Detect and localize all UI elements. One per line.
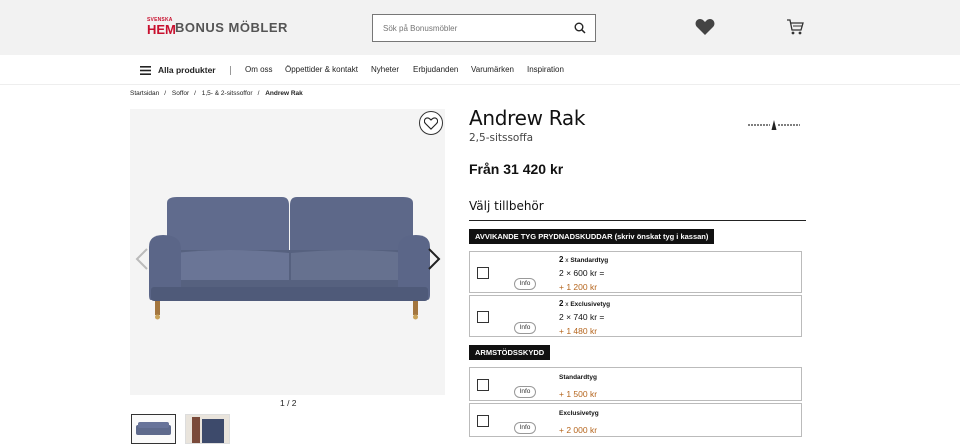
option-armrest-exclusive: Info Exclusivetyg + 2 000 kr <box>469 403 802 437</box>
menu-icon[interactable] <box>140 66 151 75</box>
option-calc: 2 × 600 kr = <box>559 268 605 278</box>
cart-icon[interactable] <box>786 18 804 36</box>
info-button[interactable]: Info <box>514 278 536 290</box>
option-fabric: Exclusivetyg <box>559 410 599 417</box>
add-to-favorites-button[interactable] <box>419 111 443 135</box>
product-price: Från 31 420 kr <box>469 161 564 177</box>
product-title: Andrew Rak <box>469 106 586 130</box>
info-button[interactable]: Info <box>514 322 536 334</box>
option-cushion-exclusive: Info 2 x Exclusivetyg 2 × 740 kr = + 1 4… <box>469 295 802 337</box>
breadcrumb-soffor[interactable]: Soffor <box>172 90 189 97</box>
option-checkbox[interactable] <box>477 415 489 427</box>
top-header: SVENSKA HEM BONUS MÖBLER <box>0 0 960 55</box>
previous-image-arrow-icon[interactable] <box>135 248 149 270</box>
nav-all-products[interactable]: Alla produkter <box>158 65 216 75</box>
times-sign: x <box>565 257 569 264</box>
option-price: + 1 500 kr <box>559 389 598 399</box>
option-fabric: Exclusivetyg <box>570 301 611 308</box>
thumbnail-room-image <box>186 415 229 443</box>
option-quantity-line: 2 x Exclusivetyg <box>559 299 610 308</box>
section-label-armrest: ARMSTÖDSSKYDD <box>469 345 551 360</box>
option-armrest-standard: Info Standardtyg + 1 500 kr <box>469 367 802 401</box>
accessories-title: Välj tillbehör <box>469 199 544 213</box>
nav-item-nyheter[interactable]: Nyheter <box>371 65 399 74</box>
thumbnail-sofa-image <box>136 422 171 435</box>
search-icon[interactable] <box>574 22 586 34</box>
info-button[interactable]: Info <box>514 386 536 398</box>
accessories-divider <box>469 220 806 221</box>
option-cushion-standard: Info 2 x Standardtyg 2 × 600 kr = + 1 20… <box>469 251 802 293</box>
logo[interactable]: SVENSKA HEM BONUS MÖBLER <box>147 17 288 37</box>
section-label-cushions: AVVIKANDE TYG PRYDNADSKUDDAR (skriv önsk… <box>469 229 715 244</box>
breadcrumb-startsidan[interactable]: Startsidan <box>130 90 159 97</box>
breadcrumb-current: Andrew Rak <box>265 90 303 97</box>
info-button[interactable]: Info <box>514 422 536 434</box>
nav-item-oppettider[interactable]: Öppettider & kontakt <box>285 65 358 74</box>
favorites-heart-icon[interactable] <box>695 18 715 36</box>
image-pager: 1 / 2 <box>280 398 297 408</box>
breadcrumb-category[interactable]: 1,5- & 2-sitssoffor <box>202 90 253 97</box>
option-calc: 2 × 740 kr = <box>559 312 605 322</box>
option-price: + 1 480 kr <box>559 326 598 336</box>
svenska-hem-logo: SVENSKA HEM <box>147 17 176 37</box>
main-nav: Alla produkter Om oss Öppettider & konta… <box>0 55 960 85</box>
times-sign: x <box>565 301 569 308</box>
product-image <box>149 197 430 320</box>
breadcrumb: Startsidan / Soffor/ 1,5- & 2-sitssoffor /… <box>130 90 303 97</box>
logo-text: BONUS MÖBLER <box>175 19 288 35</box>
option-quantity-line: 2 x Standardtyg <box>559 255 608 264</box>
brand-logo[interactable] <box>748 120 800 130</box>
option-price: + 2 000 kr <box>559 425 598 435</box>
nav-item-om-oss[interactable]: Om oss <box>245 65 273 74</box>
thumbnail-1[interactable] <box>131 414 176 444</box>
heart-outline-icon <box>424 116 438 130</box>
nav-item-inspiration[interactable]: Inspiration <box>527 65 564 74</box>
thumbnail-2[interactable] <box>185 414 230 444</box>
logo-hem-text: HEM <box>147 22 176 37</box>
nav-divider <box>230 66 231 75</box>
search-input[interactable] <box>373 15 563 41</box>
search-box <box>372 14 596 42</box>
option-qty: 2 <box>559 299 564 308</box>
nav-item-erbjudanden[interactable]: Erbjudanden <box>413 65 458 74</box>
option-checkbox[interactable] <box>477 267 489 279</box>
option-price: + 1 200 kr <box>559 282 598 292</box>
product-subtitle: 2,5-sitssoffa <box>469 132 534 144</box>
option-checkbox[interactable] <box>477 311 489 323</box>
option-checkbox[interactable] <box>477 379 489 391</box>
option-qty: 2 <box>559 255 564 264</box>
next-image-arrow-icon[interactable] <box>427 248 441 270</box>
nav-item-varumarken[interactable]: Varumärken <box>471 65 514 74</box>
option-fabric: Standardtyg <box>570 257 609 264</box>
option-fabric: Standardtyg <box>559 374 597 381</box>
